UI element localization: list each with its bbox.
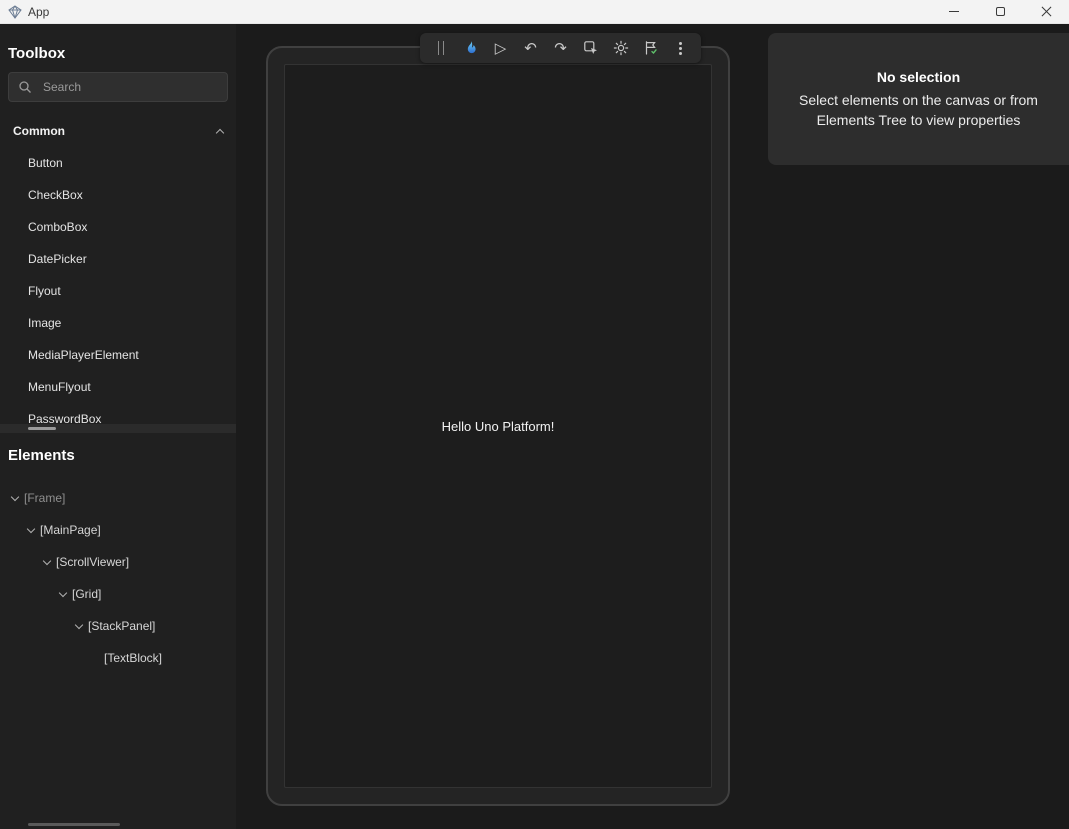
titlebar: App (0, 0, 1069, 24)
design-toolbar: ▷ ↶ ↷ (420, 33, 701, 63)
theme-toggle-button[interactable] (608, 36, 633, 60)
toolbox-item-mediaplayerelement[interactable]: MediaPlayerElement (0, 339, 236, 371)
no-selection-title: No selection (877, 69, 960, 85)
grip-icon (438, 41, 444, 55)
flame-icon (463, 40, 479, 56)
window-controls (931, 0, 1069, 24)
design-canvas-area: Hello Uno Platform! ▷ ↶ ↷ (236, 24, 1069, 829)
kebab-menu-icon (679, 42, 682, 55)
section-label: Common (13, 124, 65, 138)
flag-check-icon (643, 40, 659, 56)
toolbox-title: Toolbox (8, 46, 236, 62)
more-options-button[interactable] (668, 36, 693, 60)
sun-icon (613, 40, 629, 56)
element-picker-icon (583, 40, 599, 56)
minimize-icon (949, 11, 959, 12)
elements-title: Elements (8, 448, 236, 464)
tree-node-mainpage[interactable]: [MainPage] (0, 514, 236, 546)
undo-icon: ↶ (524, 41, 537, 56)
toolbox-item-image[interactable]: Image (0, 307, 236, 339)
toolbox-item-menuflyout[interactable]: MenuFlyout (0, 371, 236, 403)
toolbox-item-combobox[interactable]: ComboBox (0, 211, 236, 243)
minimize-button[interactable] (931, 0, 977, 24)
undo-button[interactable]: ↶ (518, 36, 543, 60)
properties-panel: No selection Select elements on the canv… (768, 33, 1069, 165)
app-canvas[interactable]: Hello Uno Platform! (284, 64, 712, 788)
elements-horizontal-scrollbar[interactable] (28, 823, 120, 826)
toolbar-drag-handle[interactable] (428, 36, 453, 60)
element-picker-button[interactable] (578, 36, 603, 60)
tree-node-scrollviewer[interactable]: [ScrollViewer] (0, 546, 236, 578)
maximize-icon (996, 7, 1005, 16)
hot-reload-button[interactable] (458, 36, 483, 60)
tree-node-grid[interactable]: [Grid] (0, 578, 236, 610)
redo-button[interactable]: ↷ (548, 36, 573, 60)
elements-tree: [Frame] [MainPage] [ScrollViewer] [Grid]… (0, 482, 236, 674)
maximize-button[interactable] (977, 0, 1023, 24)
window-title: App (28, 5, 49, 19)
search-input[interactable] (41, 79, 218, 95)
toolbox-item-list: Button CheckBox ComboBox DatePicker Flyo… (0, 147, 236, 435)
no-selection-message: Select elements on the canvas or from El… (780, 90, 1058, 130)
toolbox-item-checkbox[interactable]: CheckBox (0, 179, 236, 211)
chevron-down-icon[interactable] (8, 494, 22, 502)
tree-node-textblock[interactable]: [TextBlock] (0, 642, 236, 674)
chevron-down-icon[interactable] (72, 622, 86, 630)
left-sidebar: Toolbox Common Button CheckBox ComboBox … (0, 24, 236, 829)
tree-node-stackpanel[interactable]: [StackPanel] (0, 610, 236, 642)
close-icon (1041, 6, 1052, 17)
device-frame: Hello Uno Platform! (266, 46, 730, 806)
chevron-down-icon[interactable] (56, 590, 70, 598)
redo-icon: ↷ (554, 41, 567, 56)
chevron-down-icon[interactable] (40, 558, 54, 566)
tree-node-frame[interactable]: [Frame] (0, 482, 236, 514)
play-button[interactable]: ▷ (488, 36, 513, 60)
toolbox-item-button[interactable]: Button (0, 147, 236, 179)
toolbox-horizontal-scrollbar[interactable] (0, 424, 236, 433)
chevron-down-icon[interactable] (24, 526, 38, 534)
scrollbar-thumb[interactable] (28, 427, 56, 430)
close-button[interactable] (1023, 0, 1069, 24)
toolbox-search[interactable] (8, 72, 228, 102)
toolbox-section-common[interactable]: Common (0, 118, 236, 144)
play-icon: ▷ (495, 41, 507, 56)
toolbox-item-datepicker[interactable]: DatePicker (0, 243, 236, 275)
chevron-up-icon[interactable] (216, 128, 224, 136)
search-icon (18, 80, 32, 94)
toolbox-item-flyout[interactable]: Flyout (0, 275, 236, 307)
app-logo-icon (8, 5, 22, 19)
textblock-hello[interactable]: Hello Uno Platform! (442, 419, 555, 434)
flag-button[interactable] (638, 36, 663, 60)
